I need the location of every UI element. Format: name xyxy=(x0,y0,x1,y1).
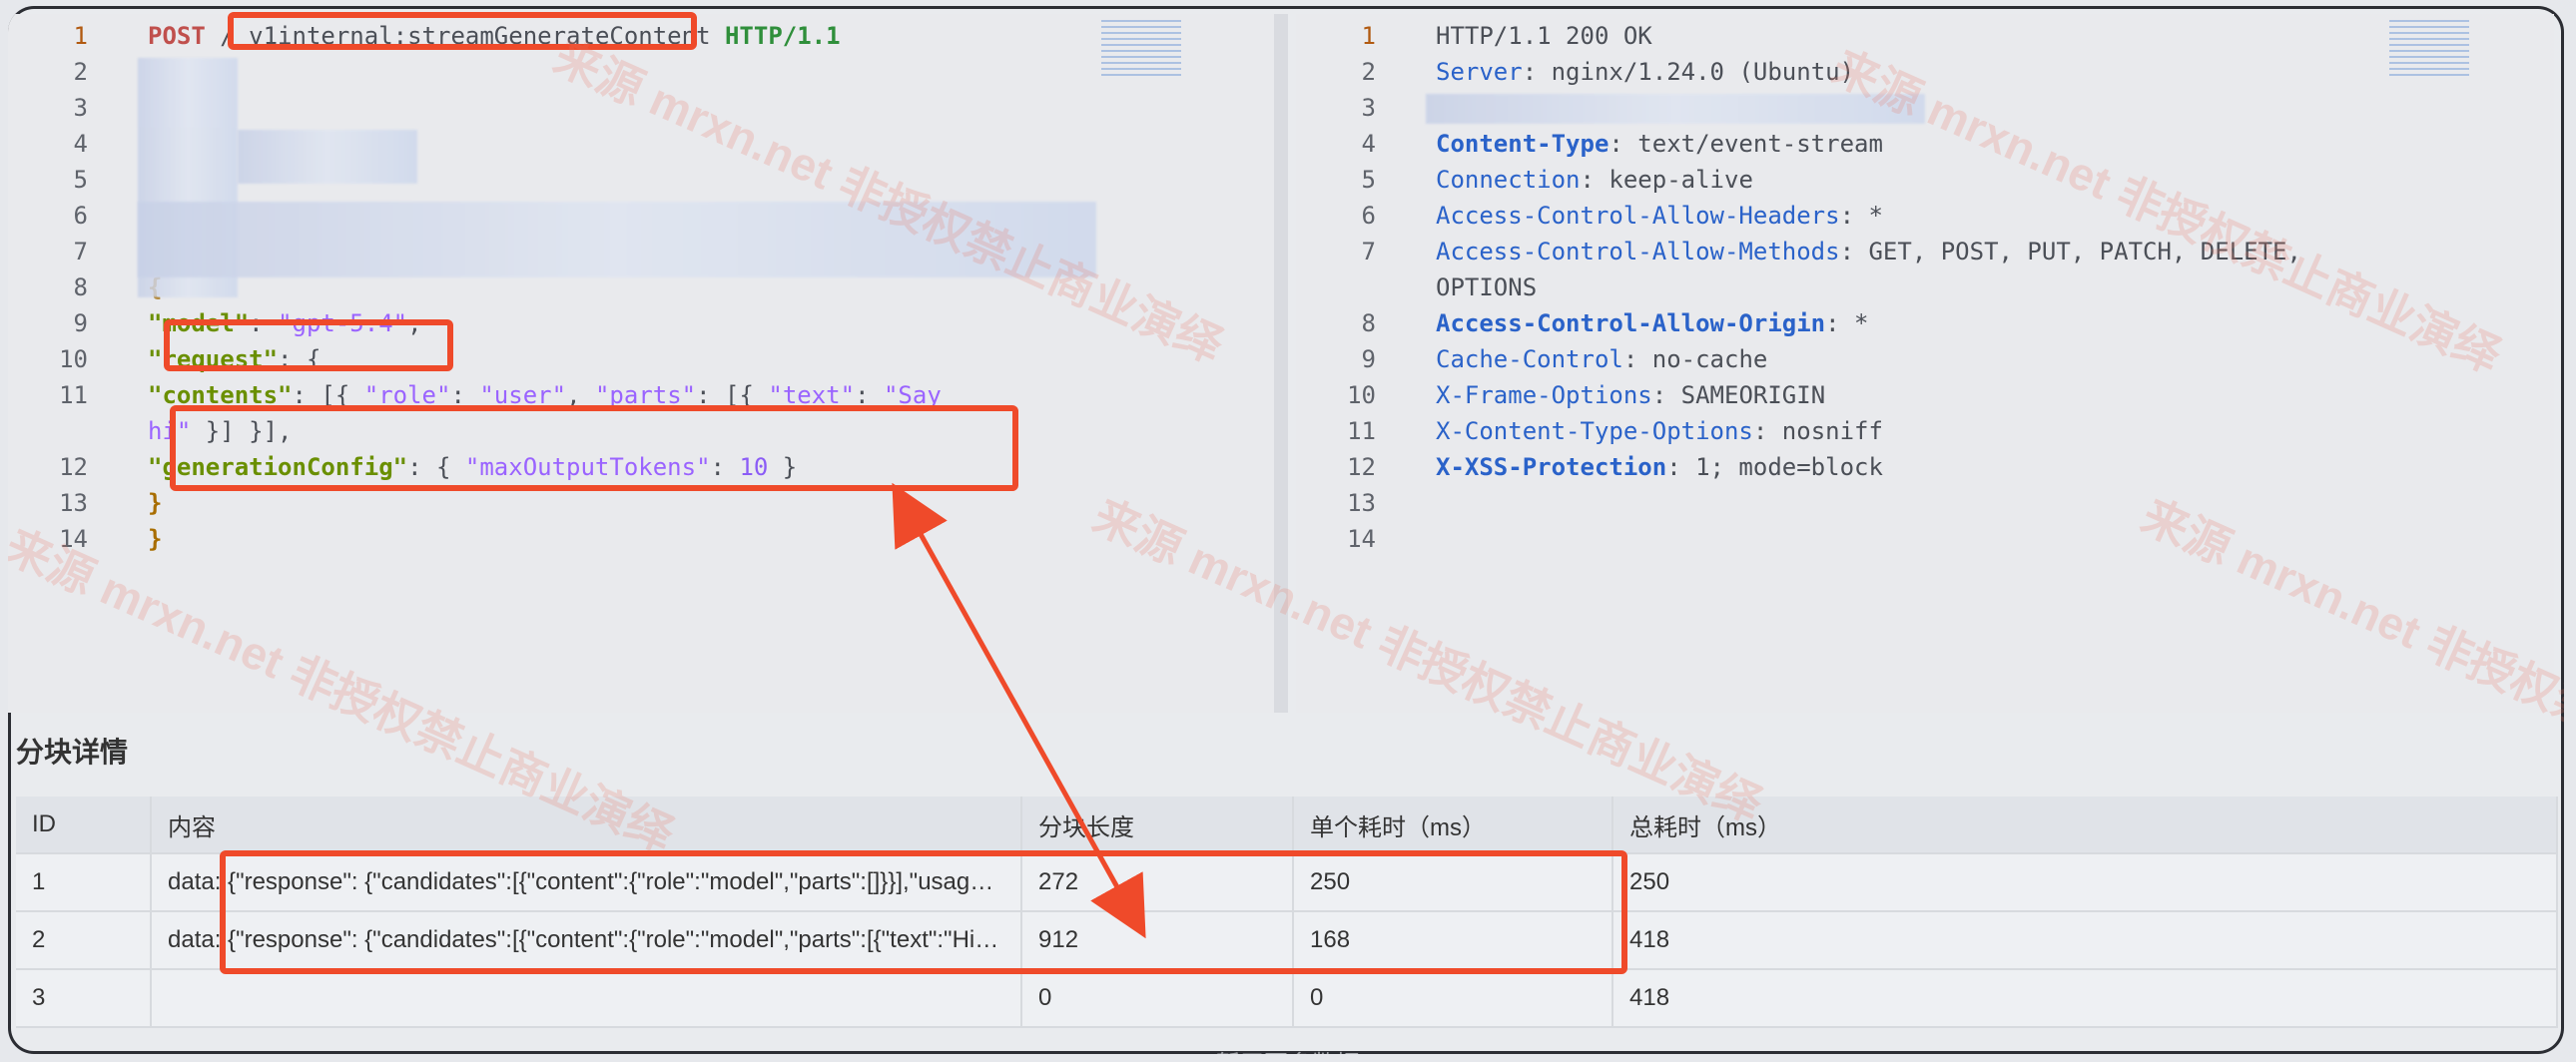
column-header[interactable]: 分块长度 xyxy=(1021,796,1294,854)
code-token: : keep-alive xyxy=(1580,166,1753,194)
line-number: 13 xyxy=(59,489,88,517)
table-cell: 418 xyxy=(1612,969,2558,1028)
table-header-row: ID 内容 分块长度 单个耗时（ms） 总耗时（ms） xyxy=(16,796,2558,854)
line-number: 7 xyxy=(73,238,88,266)
highlight-box-contents xyxy=(170,405,1018,491)
column-header[interactable]: 总耗时（ms） xyxy=(1612,796,2558,854)
app-window: 1 POST / v1internal:streamGenerateContent… xyxy=(8,6,2564,1054)
line-number: 4 xyxy=(1361,130,1376,158)
code-token: : GET, POST, PUT, PATCH, DELETE, xyxy=(1839,238,2301,266)
code-text: X-Frame-Options: SAMEORIGIN xyxy=(1436,377,1825,413)
code-text: Server: nginx/1.24.0 (Ubuntu) xyxy=(1436,54,1854,90)
line-number: 1 xyxy=(1361,22,1376,50)
line-number: 3 xyxy=(1361,94,1376,122)
code-text: Access-Control-Allow-Headers: * xyxy=(1436,198,1883,234)
line-number: 11 xyxy=(59,381,88,409)
code-token: : nginx/1.24.0 (Ubuntu) xyxy=(1522,58,1855,86)
code-token: : 1; mode=block xyxy=(1666,453,1883,481)
code-token: OPTIONS xyxy=(1436,273,1538,301)
code-token: Server xyxy=(1436,58,1523,86)
request-minimap[interactable] xyxy=(1101,20,1181,80)
code-token: } xyxy=(148,489,163,517)
line-number: 2 xyxy=(73,58,88,86)
table-row[interactable]: 3 0 0 418 xyxy=(16,969,2558,1028)
line-number: 6 xyxy=(1361,202,1376,230)
code-text: Cache-Control: no-cache xyxy=(1436,341,1767,377)
line-number: 2 xyxy=(1361,58,1376,86)
code-token: POST xyxy=(148,22,206,50)
table-cell: 418 xyxy=(1612,911,2558,970)
code-token: X-XSS-Protection xyxy=(1436,453,1667,481)
code-text: } xyxy=(148,485,162,521)
response-minimap[interactable] xyxy=(2389,20,2469,80)
code-text: Connection: keep-alive xyxy=(1436,162,1753,198)
highlight-box-chunks xyxy=(220,850,1627,974)
code-text: Content-Type: text/event-stream xyxy=(1436,126,1883,162)
blurred-headers xyxy=(238,130,417,184)
line-number: 10 xyxy=(1347,381,1376,409)
highlight-box-url xyxy=(228,12,697,50)
column-header[interactable]: 单个耗时（ms） xyxy=(1293,796,1613,854)
code-token: Access-Control-Allow-Origin xyxy=(1436,309,1826,337)
line-number: 8 xyxy=(73,273,88,301)
code-text: } xyxy=(148,521,162,557)
code-token: : * xyxy=(1839,202,1883,230)
column-header[interactable]: ID xyxy=(16,796,152,854)
code-text: Access-Control-Allow-Methods: GET, POST,… xyxy=(1436,234,2301,269)
line-number: 8 xyxy=(1361,309,1376,337)
code-token: X-Content-Type-Options xyxy=(1436,417,1753,445)
line-number: 5 xyxy=(1361,166,1376,194)
code-token: : text/event-stream xyxy=(1609,130,1883,158)
line-number: 12 xyxy=(1347,453,1376,481)
code-text: X-XSS-Protection: 1; mode=block xyxy=(1436,449,1883,485)
code-text: X-Content-Type-Options: nosniff xyxy=(1436,413,1883,449)
table-cell: 0 xyxy=(1293,969,1613,1028)
table-cell: 3 xyxy=(16,969,152,1028)
table-cell xyxy=(151,969,1022,1028)
code-token: Connection xyxy=(1436,166,1581,194)
code-token: Access-Control-Allow-Headers xyxy=(1436,202,1840,230)
line-number: 3 xyxy=(73,94,88,122)
table-cell: 0 xyxy=(1021,969,1294,1028)
chunk-details-title: 分块详情 xyxy=(16,737,129,768)
no-more-data-label: 暂无更多数据 xyxy=(1216,1044,1360,1054)
code-token: } xyxy=(148,525,163,553)
code-token: Content-Type xyxy=(1436,130,1610,158)
line-number: 1 xyxy=(73,22,88,50)
line-number: 4 xyxy=(73,130,88,158)
code-token: X-Frame-Options xyxy=(1436,381,1652,409)
code-text: OPTIONS xyxy=(1436,269,1537,305)
table-cell: 2 xyxy=(16,911,152,970)
line-number: 5 xyxy=(73,166,88,194)
code-token: : * xyxy=(1825,309,1869,337)
highlight-box-model xyxy=(164,319,453,371)
line-number: 14 xyxy=(59,525,88,553)
blurred-header xyxy=(1426,94,1925,124)
code-token: : nosniff xyxy=(1752,417,1883,445)
table-cell: 1 xyxy=(16,853,152,912)
line-number: 7 xyxy=(1361,238,1376,266)
code-token: : no-cache xyxy=(1622,345,1768,373)
code-token: Cache-Control xyxy=(1436,345,1623,373)
line-number: 6 xyxy=(73,202,88,230)
code-text: Access-Control-Allow-Origin: * xyxy=(1436,305,1869,341)
code-token: HTTP/1.1 200 OK xyxy=(1436,22,1652,50)
line-number: 9 xyxy=(1361,345,1376,373)
column-header[interactable]: 内容 xyxy=(151,796,1022,854)
code-token: HTTP/1.1 xyxy=(710,22,841,50)
code-token: : SAMEORIGIN xyxy=(1651,381,1826,409)
line-number: 10 xyxy=(59,345,88,373)
code-token: Access-Control-Allow-Methods xyxy=(1436,238,1840,266)
code-text: HTTP/1.1 200 OK xyxy=(1436,18,1652,54)
table-cell: 250 xyxy=(1612,853,2558,912)
line-number: 11 xyxy=(1347,417,1376,445)
line-number: 9 xyxy=(73,309,88,337)
line-number: 14 xyxy=(1347,525,1376,553)
response-editor[interactable]: 1 HTTP/1.1 200 OK 2 Server: nginx/1.24.0 (U… xyxy=(1296,14,2554,713)
line-number: 13 xyxy=(1347,489,1376,517)
line-number: 12 xyxy=(59,453,88,481)
blurred-headers xyxy=(138,202,1096,277)
